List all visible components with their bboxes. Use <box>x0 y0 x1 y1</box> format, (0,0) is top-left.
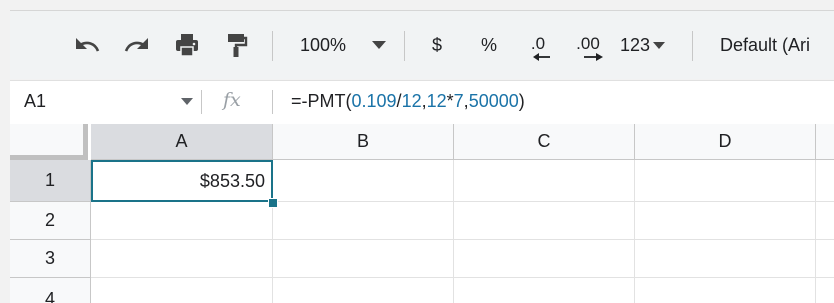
cell-c1[interactable] <box>454 160 635 202</box>
name-box[interactable]: A1 <box>24 91 46 112</box>
cell-d3[interactable] <box>635 240 816 278</box>
format-percent-button[interactable]: % <box>476 11 502 79</box>
formula-arg-principal: 50000 <box>468 91 519 111</box>
cell-e1[interactable] <box>816 160 834 202</box>
increase-decimal-button[interactable]: .00 <box>568 11 608 79</box>
cell-e3[interactable] <box>816 240 834 278</box>
formula-suffix: ) <box>518 91 525 111</box>
increase-decimal-label: .00 <box>576 33 600 53</box>
column-header-d[interactable]: D <box>635 124 816 160</box>
zoom-value: 100% <box>300 34 347 55</box>
paint-format-icon <box>228 34 248 57</box>
formula-bar-divider <box>272 90 273 114</box>
fx-icon: fx <box>223 89 241 111</box>
chevron-down-icon <box>372 41 387 49</box>
cell-c2[interactable] <box>454 202 635 240</box>
cell-c4[interactable] <box>454 278 635 303</box>
toolbar: 100% $ % .0 .00 123 Default (Ari <box>10 10 834 79</box>
formula-bar: A1 fx =-PMT(0.109/12,12*7,50000) <box>10 80 834 125</box>
paint-format-button[interactable] <box>220 11 254 79</box>
formula-arg-periods-per-year: 12 <box>401 91 422 111</box>
column-header-e[interactable] <box>816 124 834 160</box>
cell-b3[interactable] <box>273 240 454 278</box>
column-header-a[interactable]: A <box>91 124 273 160</box>
row-header-4[interactable]: 4 <box>10 278 91 303</box>
cell-d1[interactable] <box>635 160 816 202</box>
more-formats-button[interactable]: 123 <box>620 11 686 79</box>
cell-b4[interactable] <box>273 278 454 303</box>
formula-bar-divider <box>201 90 202 114</box>
cell-c3[interactable] <box>454 240 635 278</box>
formula-arg-rate: 0.109 <box>351 91 397 111</box>
print-button[interactable] <box>170 11 204 79</box>
formula-prefix: =-PMT( <box>291 91 352 111</box>
fill-handle[interactable] <box>268 198 278 208</box>
print-icon <box>176 34 198 57</box>
select-all-corner[interactable] <box>10 124 88 160</box>
format-currency-button[interactable]: $ <box>424 11 450 79</box>
redo-icon <box>124 38 148 52</box>
currency-label: $ <box>431 34 442 55</box>
font-family-select[interactable]: Default (Ari <box>706 11 834 79</box>
arrow-right-icon <box>584 52 603 61</box>
toolbar-divider <box>404 31 405 61</box>
formula-operator: * <box>446 91 454 111</box>
arrow-left-icon <box>533 52 550 61</box>
row-header-1[interactable]: 1 <box>10 160 91 202</box>
cell-e2[interactable] <box>816 202 834 240</box>
cell-d4[interactable] <box>635 278 816 303</box>
toolbar-divider <box>692 31 693 61</box>
formula-input[interactable]: =-PMT(0.109/12,12*7,50000) <box>291 91 525 112</box>
chevron-down-icon[interactable] <box>181 98 193 105</box>
redo-button[interactable] <box>120 11 154 79</box>
decrease-decimal-button[interactable]: .0 <box>520 11 556 79</box>
font-family-value: Default (Ari <box>720 34 811 55</box>
chevron-down-icon <box>653 41 666 49</box>
column-header-c[interactable]: C <box>454 124 635 160</box>
cell-a3[interactable] <box>91 240 273 278</box>
more-formats-label: 123 <box>620 34 651 55</box>
decrease-decimal-label: .0 <box>530 33 546 53</box>
cell-d2[interactable] <box>635 202 816 240</box>
undo-button[interactable] <box>70 11 104 79</box>
cell-b2[interactable] <box>273 202 454 240</box>
cell-e4[interactable] <box>816 278 834 303</box>
cell-b1[interactable] <box>273 160 454 202</box>
cell-a1[interactable]: $853.50 <box>91 160 273 202</box>
undo-icon <box>76 38 100 52</box>
row-header-2[interactable]: 2 <box>10 202 91 240</box>
cell-a4[interactable] <box>91 278 273 303</box>
formula-arg-years: 7 <box>453 91 464 111</box>
toolbar-divider <box>272 31 273 61</box>
column-header-b[interactable]: B <box>273 124 454 160</box>
zoom-select[interactable]: 100% <box>286 11 396 79</box>
row-header-3[interactable]: 3 <box>10 240 91 278</box>
formula-arg-months: 12 <box>426 91 447 111</box>
percent-label: % <box>480 34 497 55</box>
cell-a2[interactable] <box>91 202 273 240</box>
spreadsheet-grid: A B C D 1 2 3 4 $853.50 <box>10 124 834 303</box>
